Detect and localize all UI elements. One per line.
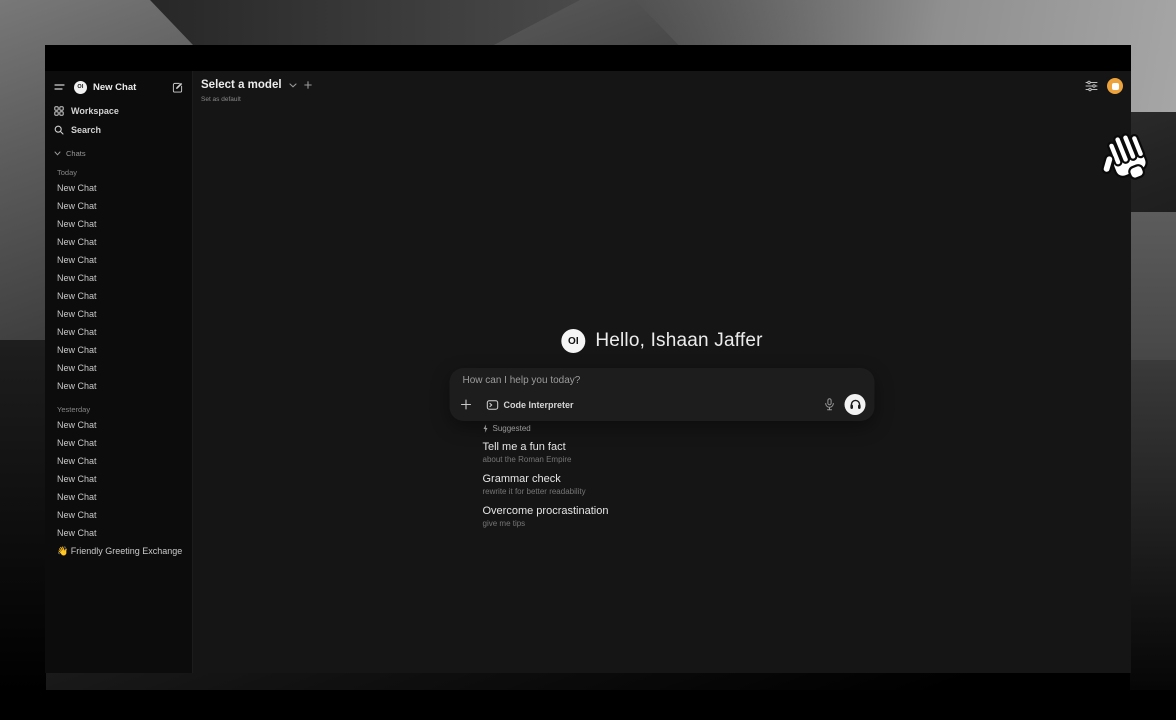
sidebar-chat-item[interactable]: New Chat [54, 287, 183, 305]
sidebar-chat-item[interactable]: New Chat [54, 506, 183, 524]
sidebar-title: New Chat [93, 82, 136, 93]
message-composer: Code Interpreter [450, 368, 875, 421]
chat-group-label-today: Today [54, 168, 183, 177]
sidebar-chat-item[interactable]: New Chat [54, 377, 183, 395]
suggestion-title: Tell me a fun fact [483, 441, 875, 453]
headset-icon [849, 399, 861, 410]
settings-sliders-icon[interactable] [1085, 80, 1098, 92]
sidebar-chat-item[interactable]: New Chat [54, 524, 183, 542]
app-logo: OI [561, 329, 585, 353]
sidebar-chat-item[interactable]: New Chat [54, 233, 183, 251]
set-default-link[interactable]: Set as default [201, 96, 241, 103]
suggestion-subtitle: about the Roman Empire [483, 455, 875, 464]
menu-icon[interactable] [54, 83, 65, 92]
main-content: Select a model Set as default [193, 71, 1131, 673]
sidebar: OI New Chat Workspace Searc [45, 71, 193, 673]
sidebar-chat-item[interactable]: New Chat [54, 251, 183, 269]
app-logo: OI [74, 81, 87, 94]
suggestion-subtitle: rewrite it for better readability [483, 487, 875, 496]
sidebar-chat-item-named[interactable]: 👋 Friendly Greeting Exchange [54, 542, 183, 560]
attach-plus-button[interactable] [461, 399, 472, 410]
chevron-down-icon [54, 151, 61, 156]
suggestion-item[interactable]: Grammar check rewrite it for better read… [483, 473, 875, 496]
suggestion-subtitle: give me tips [483, 519, 875, 528]
message-input[interactable] [463, 375, 862, 386]
model-selector-label: Select a model [201, 79, 282, 91]
add-model-button[interactable] [304, 81, 312, 89]
user-avatar[interactable] [1107, 78, 1123, 94]
sidebar-chat-item[interactable]: New Chat [54, 197, 183, 215]
sidebar-item-search[interactable]: Search [54, 122, 183, 138]
model-selector[interactable]: Select a model [201, 79, 312, 91]
code-interpreter-label: Code Interpreter [504, 400, 574, 410]
chat-list-today: New Chat New Chat New Chat New Chat New … [54, 179, 183, 395]
wallpaper-shape [150, 0, 580, 45]
sidebar-chat-item[interactable]: New Chat [54, 305, 183, 323]
chevron-down-icon [289, 83, 297, 88]
spark-icon [483, 424, 489, 433]
suggestion-title: Overcome procrastination [483, 505, 875, 517]
sidebar-chat-item[interactable]: New Chat [54, 434, 183, 452]
sidebar-chat-item[interactable]: New Chat [54, 416, 183, 434]
chat-list-yesterday: New Chat New Chat New Chat New Chat New … [54, 416, 183, 542]
greeting-text: Hello, Ishaan Jaffer [595, 330, 762, 352]
code-interpreter-icon [487, 400, 499, 410]
sidebar-chat-item[interactable]: New Chat [54, 470, 183, 488]
greeting-row: OI Hello, Ishaan Jaffer [561, 329, 762, 353]
sidebar-chat-item[interactable]: New Chat [54, 359, 183, 377]
voice-call-button[interactable] [845, 394, 866, 415]
new-chat-compose-button[interactable] [172, 82, 183, 93]
sidebar-item-label: Search [71, 125, 101, 135]
chats-section-label: Chats [66, 149, 86, 158]
wallpaper-shape [0, 340, 46, 692]
chat-group-label-yesterday: Yesterday [54, 405, 183, 414]
suggestion-item[interactable]: Tell me a fun fact about the Roman Empir… [483, 441, 875, 464]
suggestion-item[interactable]: Overcome procrastination give me tips [483, 505, 875, 528]
sidebar-chat-item[interactable]: New Chat [54, 215, 183, 233]
wallpaper-shape [0, 690, 1176, 720]
code-interpreter-toggle[interactable]: Code Interpreter [487, 400, 574, 410]
suggestion-list: Tell me a fun fact about the Roman Empir… [483, 441, 875, 528]
microphone-icon[interactable] [825, 398, 835, 411]
workspace-icon [54, 106, 64, 116]
suggestions-section: Suggested Tell me a fun fact about the R… [450, 424, 875, 537]
sidebar-chat-item[interactable]: New Chat [54, 323, 183, 341]
avatar-glyph [1112, 83, 1119, 90]
sidebar-chat-item[interactable]: New Chat [54, 179, 183, 197]
sidebar-chat-item[interactable]: New Chat [54, 341, 183, 359]
sidebar-item-label: Workspace [71, 106, 119, 116]
sidebar-item-workspace[interactable]: Workspace [54, 103, 183, 119]
sidebar-chat-item[interactable]: New Chat [54, 452, 183, 470]
suggestion-title: Grammar check [483, 473, 875, 485]
openwebui-window: OI New Chat Workspace Searc [45, 45, 1131, 673]
sidebar-chat-item[interactable]: New Chat [54, 269, 183, 287]
desktop-background: OI New Chat Workspace Searc [0, 0, 1176, 720]
wallpaper-shape [1130, 360, 1176, 690]
sidebar-chat-item[interactable]: New Chat [54, 488, 183, 506]
window-titlebar [45, 45, 1131, 71]
suggested-label: Suggested [493, 424, 531, 433]
search-icon [54, 125, 64, 135]
wallpaper-shape [1130, 212, 1176, 360]
chats-section-toggle[interactable]: Chats [54, 149, 183, 158]
